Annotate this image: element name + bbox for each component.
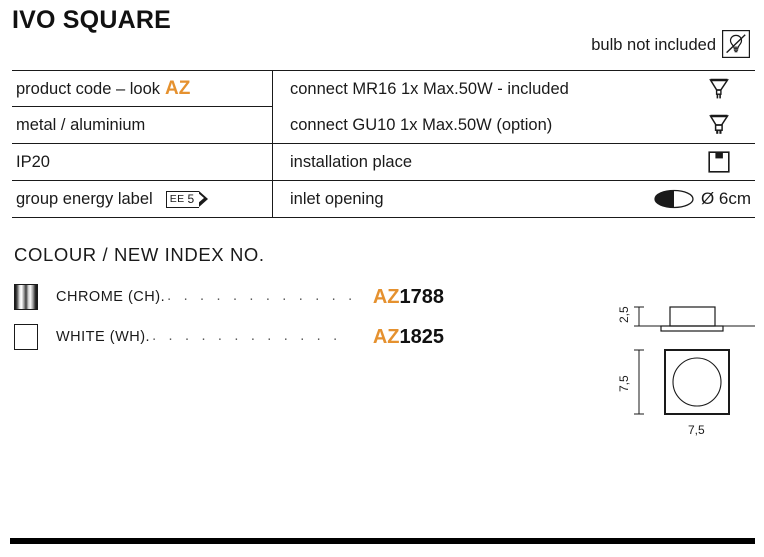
energy-label-prefix: EE	[169, 192, 185, 205]
mr16-lamp-icon	[683, 71, 755, 107]
spec-cell-product-code: product code – look AZ	[12, 71, 272, 107]
energy-label-value: 5	[187, 192, 195, 206]
spec-cell-connect-mr16: connect MR16 1x Max.50W - included	[290, 79, 569, 98]
spec-cell-installation-place: installation place	[290, 152, 412, 171]
specification-table: product code – look AZ connect MR16 1x M…	[12, 70, 755, 218]
leader-dots: . . . . . . . . . . . .	[167, 288, 357, 304]
side-view-height-label: 2,5	[617, 306, 631, 323]
spec-cell-material: metal / aluminium	[16, 115, 146, 134]
plan-view	[634, 349, 730, 415]
side-view	[634, 306, 755, 332]
table-row: product code – look AZ connect MR16 1x M…	[12, 71, 755, 107]
bulb-crossed-out-icon	[722, 30, 750, 58]
spec-label: inlet opening	[290, 189, 384, 208]
colour-name: CHROME (CH).	[56, 289, 166, 305]
bulb-not-included-label: bulb not included	[591, 36, 716, 54]
colour-name: WHITE (WH).	[56, 329, 151, 345]
inlet-opening-icon	[654, 189, 694, 209]
product-code-prefix: AZ	[372, 325, 400, 348]
page-title: IVO SQUARE	[12, 6, 171, 34]
product-code-number: 1788	[399, 285, 445, 308]
colour-section-heading: COLOUR / NEW INDEX NO.	[14, 244, 265, 265]
white-swatch	[14, 324, 38, 350]
gu10-lamp-icon	[683, 107, 755, 143]
energy-label-badge: EE 5	[165, 190, 208, 208]
table-row: metal / aluminium connect GU10 1x Max.50…	[12, 107, 755, 144]
technical-drawing: 2,5 7,5 7,5	[600, 282, 764, 442]
plan-view-width-label: 7,5	[688, 423, 705, 437]
footer-bar	[10, 538, 755, 544]
product-code: AZ1788	[373, 286, 444, 309]
product-code-accent: AZ	[165, 78, 191, 99]
product-code: AZ1825	[373, 326, 444, 349]
energy-label-arrow-icon	[197, 191, 208, 207]
chrome-swatch	[14, 284, 38, 310]
plan-view-height-label: 7,5	[617, 375, 631, 392]
spec-label: product code – look	[16, 79, 161, 98]
spec-cell-ip-rating: IP20	[16, 152, 50, 171]
leader-dots: . . . . . . . . . . . .	[152, 328, 342, 344]
spec-cell-connect-gu10: connect GU10 1x Max.50W (option)	[290, 115, 553, 134]
spec-label: group energy label	[16, 189, 153, 208]
spec-cell-energy-label: group energy label EE 5	[12, 181, 272, 217]
inlet-opening-measure: Ø 6cm	[603, 181, 755, 217]
table-row: group energy label EE 5 inlet opening Ø 6…	[12, 181, 755, 218]
energy-label-box: EE 5	[165, 190, 199, 208]
product-code-prefix: AZ	[372, 285, 400, 308]
product-code-number: 1825	[399, 325, 445, 348]
inlet-opening-dimension: Ø 6cm	[700, 189, 751, 208]
list-item: WHITE (WH). . . . . . . . . . . . . AZ18…	[14, 322, 444, 352]
list-item: CHROME (CH). . . . . . . . . . . . . AZ1…	[14, 282, 444, 312]
spec-cell-inlet-opening: inlet opening	[272, 181, 603, 217]
table-row: IP20 installation place	[12, 144, 755, 181]
recessed-ceiling-icon	[683, 144, 755, 180]
